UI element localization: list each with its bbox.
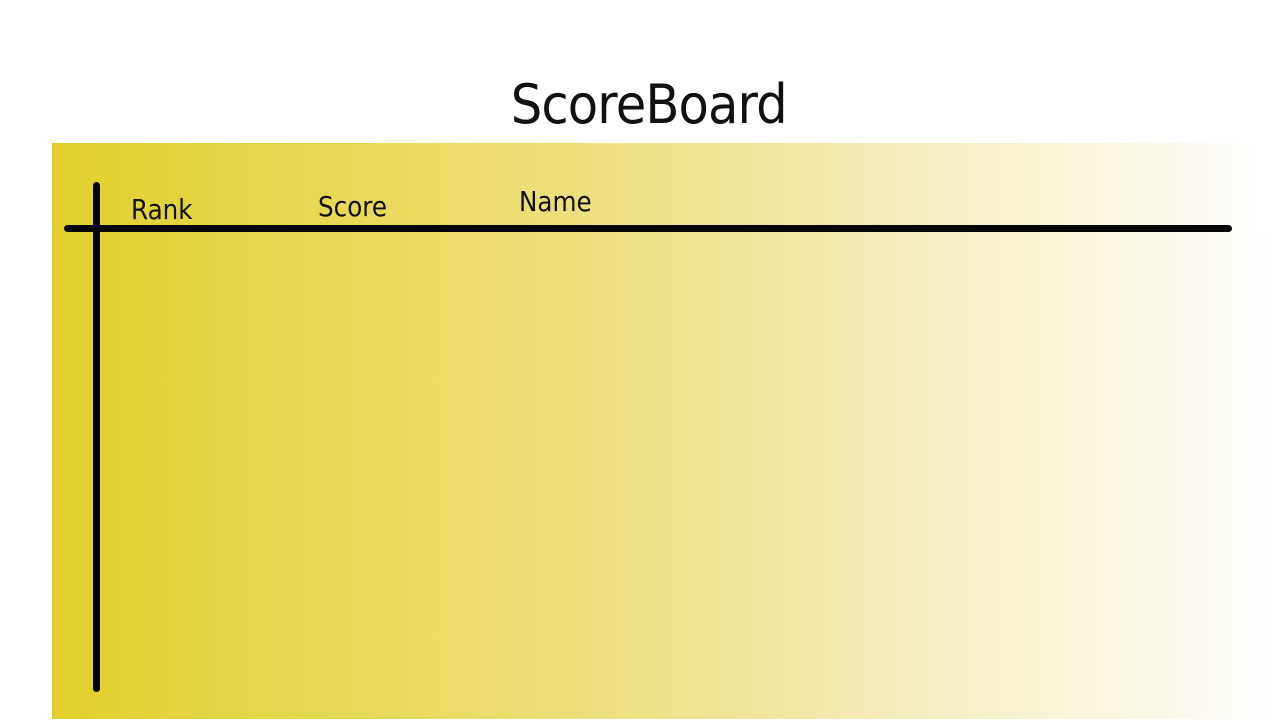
table-vertical-divider [93, 182, 100, 692]
table-header-divider [64, 225, 1232, 232]
column-header-rank: Rank [131, 193, 193, 226]
column-header-name: Name [519, 185, 592, 218]
column-header-score: Score [318, 190, 388, 223]
scoreboard-title: ScoreBoard [510, 73, 788, 136]
